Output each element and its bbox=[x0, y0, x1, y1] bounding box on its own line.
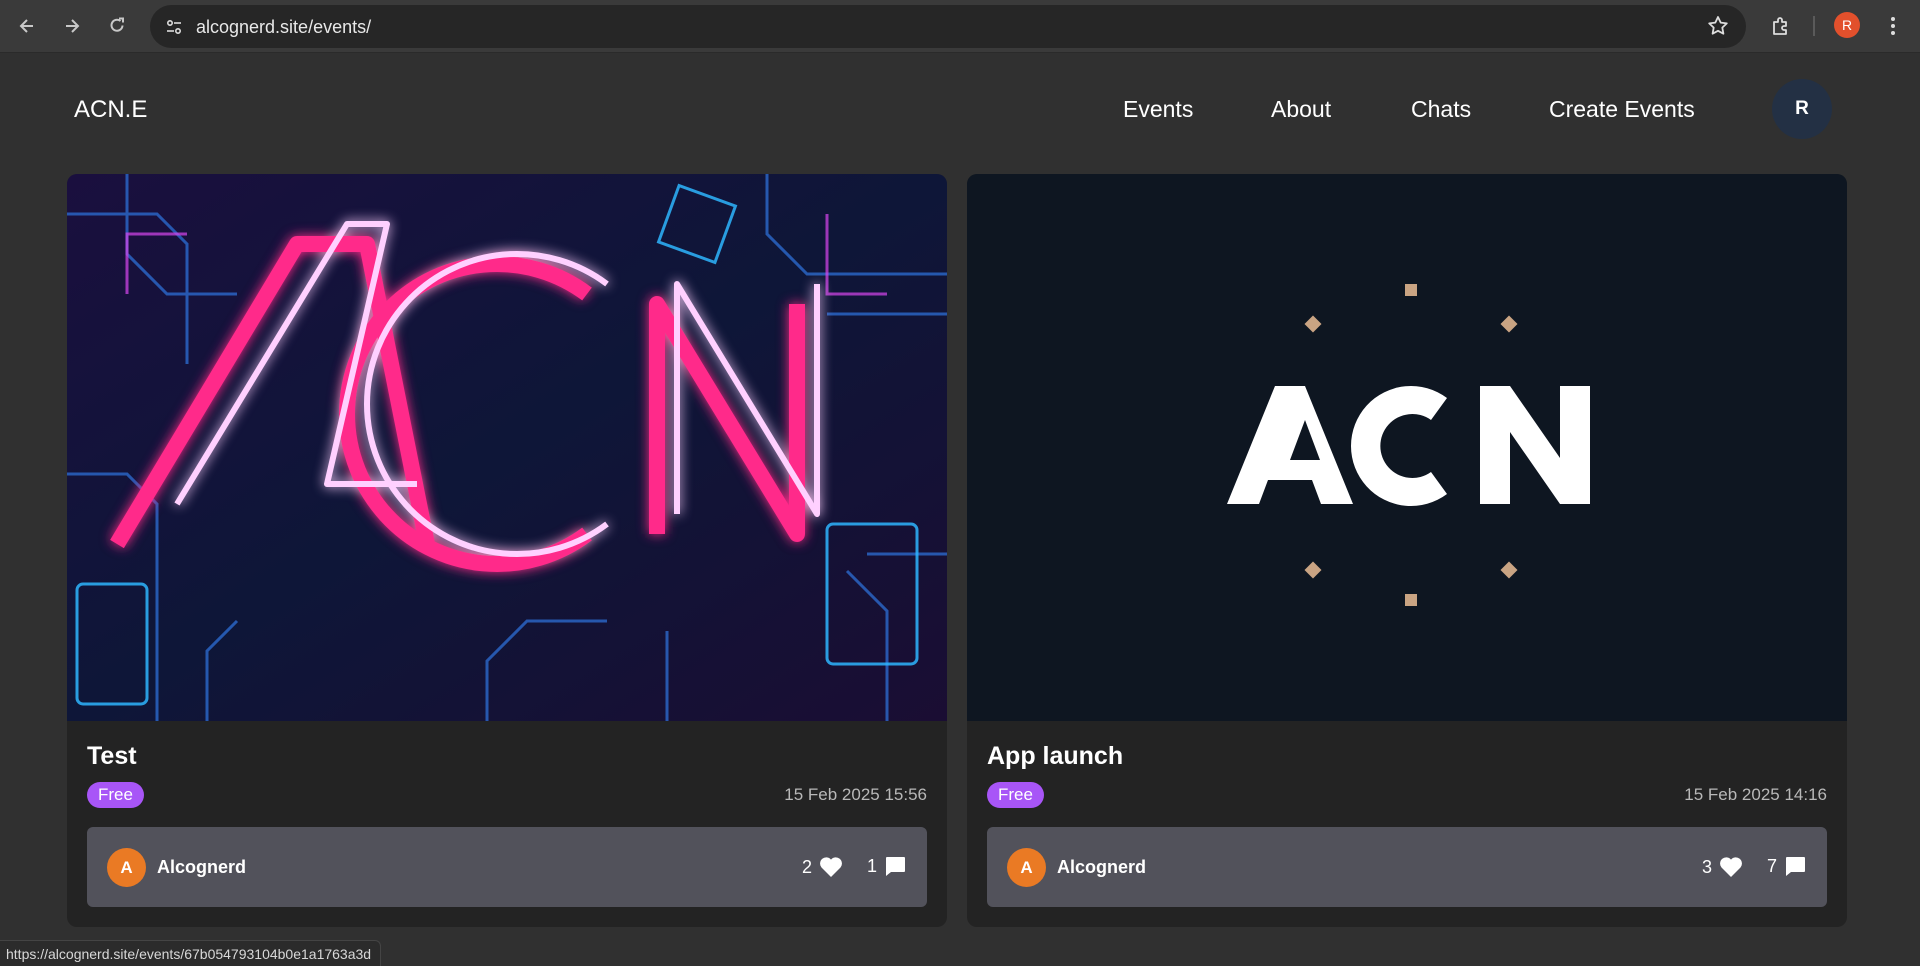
link-status-bubble: https://alcognerd.site/events/67b0547931… bbox=[0, 940, 382, 966]
heart-icon bbox=[820, 857, 842, 877]
author-bar: A Alcognerd 3 7 bbox=[987, 827, 1827, 907]
nav-create-events[interactable]: Create Events bbox=[1549, 96, 1695, 123]
author-bar: A Alcognerd 2 1 bbox=[87, 827, 927, 907]
url-text[interactable]: alcognerd.site/events/ bbox=[196, 17, 371, 38]
like-count: 2 bbox=[802, 856, 813, 877]
back-icon[interactable] bbox=[12, 11, 42, 41]
kebab-menu-icon[interactable] bbox=[1880, 11, 1906, 41]
event-card[interactable]: App launch Free 15 Feb 2025 14:16 A Alco… bbox=[967, 174, 1847, 927]
event-image-minimal[interactable] bbox=[967, 174, 1847, 721]
event-card[interactable]: Test Free 15 Feb 2025 15:56 A Alcognerd … bbox=[67, 174, 947, 927]
like-button[interactable]: 3 bbox=[1702, 855, 1744, 879]
like-count: 3 bbox=[1702, 856, 1713, 877]
author-avatar[interactable]: A bbox=[107, 848, 146, 887]
site-info-icon[interactable] bbox=[158, 11, 190, 43]
author-name[interactable]: Alcognerd bbox=[157, 857, 246, 878]
reload-icon[interactable] bbox=[102, 11, 132, 41]
browser-profile-avatar[interactable]: R bbox=[1834, 12, 1860, 38]
comment-button[interactable]: 7 bbox=[1767, 855, 1807, 877]
user-avatar[interactable]: R bbox=[1772, 79, 1832, 139]
comment-icon bbox=[1786, 857, 1806, 876]
event-title[interactable]: App launch bbox=[987, 742, 1123, 771]
event-title[interactable]: Test bbox=[87, 742, 137, 771]
nav-chats[interactable]: Chats bbox=[1411, 96, 1471, 123]
author-avatar[interactable]: A bbox=[1007, 848, 1046, 887]
comment-count: 7 bbox=[1767, 855, 1778, 876]
price-badge: Free bbox=[87, 782, 144, 808]
comment-icon bbox=[886, 857, 906, 876]
bookmark-star-icon[interactable] bbox=[1706, 14, 1730, 43]
event-date: 15 Feb 2025 15:56 bbox=[784, 785, 927, 804]
event-date: 15 Feb 2025 14:16 bbox=[1684, 785, 1827, 804]
nav-about[interactable]: About bbox=[1271, 96, 1331, 123]
site-logo[interactable]: ACN.E bbox=[74, 96, 147, 124]
comment-button[interactable]: 1 bbox=[867, 855, 907, 877]
toolbar-divider bbox=[1813, 16, 1815, 36]
browser-toolbar: alcognerd.site/events/ R bbox=[0, 0, 1920, 53]
like-button[interactable]: 2 bbox=[802, 855, 844, 879]
author-name[interactable]: Alcognerd bbox=[1057, 857, 1146, 878]
address-bar[interactable]: alcognerd.site/events/ bbox=[150, 5, 1746, 48]
comment-count: 1 bbox=[867, 855, 878, 876]
event-image-neon[interactable] bbox=[67, 174, 947, 721]
forward-icon[interactable] bbox=[57, 11, 87, 41]
price-badge: Free bbox=[987, 782, 1044, 808]
extensions-puzzle-icon[interactable] bbox=[1766, 11, 1796, 41]
heart-icon bbox=[1720, 857, 1742, 877]
nav-events[interactable]: Events bbox=[1123, 96, 1193, 123]
